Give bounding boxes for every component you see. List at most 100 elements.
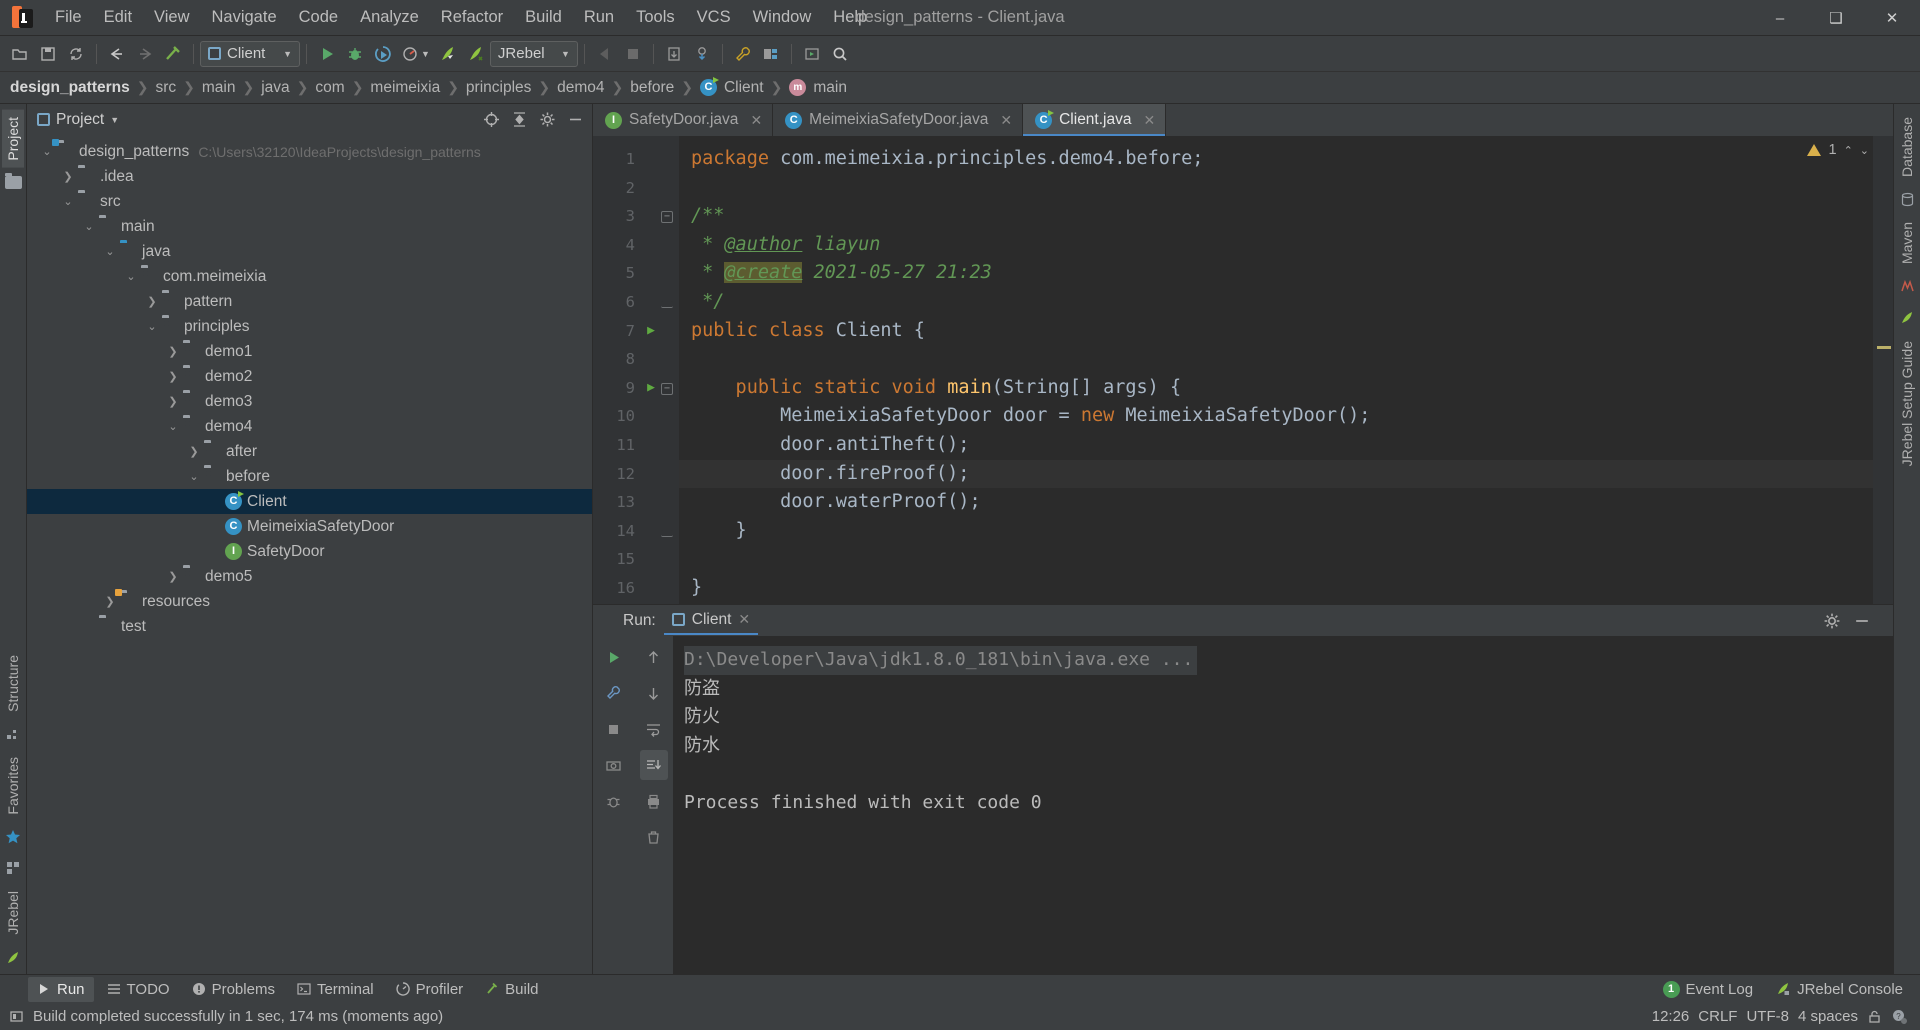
status-lock-icon[interactable] [1867,1009,1882,1024]
chevron-down-icon[interactable]: ⌄ [184,470,204,483]
chevron-down-icon[interactable]: ⌄ [100,245,120,258]
code-line[interactable]: } [691,517,1873,546]
commit-icon[interactable] [688,40,716,68]
tree-item-main[interactable]: ⌄ main [27,214,592,239]
tree-item-design-patterns[interactable]: ⌄ design_patterns C:\Users\32120\IdeaProje… [27,139,592,164]
chevron-up-icon[interactable]: ⌃ [1844,144,1853,157]
sidebar-tab-database[interactable]: Database [1896,110,1918,184]
menu-item-edit[interactable]: Edit [93,0,143,35]
profile-dropdown-icon[interactable]: ▼ [421,49,430,59]
chevron-right-icon[interactable]: ❯ [100,595,120,608]
run-coverage-button[interactable] [369,40,397,68]
gutter-line[interactable]: 17 [593,603,679,605]
save-all-icon[interactable] [34,40,62,68]
menu-item-code[interactable]: Code [288,0,349,35]
breadcrumb-item-project[interactable]: design_patterns [8,79,132,97]
stop-button[interactable] [600,714,628,744]
settings-gear-icon[interactable] [536,109,558,131]
scroll-down-icon[interactable] [640,678,668,708]
run-configuration-selector[interactable]: Client ▼ [200,40,300,67]
tool-window-terminal[interactable]: Terminal [288,977,383,1002]
tree-item-demo1[interactable]: ❯ demo1 [27,339,592,364]
tree-item-demo3[interactable]: ❯ demo3 [27,389,592,414]
tree-item-src[interactable]: ⌄ src [27,189,592,214]
code-line[interactable]: door.fireProof(); [679,459,1873,489]
menu-item-refactor[interactable]: Refactor [430,0,514,35]
run-settings-gear-icon[interactable] [1821,610,1843,632]
sync-icon[interactable] [62,40,90,68]
chevron-right-icon[interactable]: ❯ [58,170,78,183]
warning-stripe-mark[interactable] [1877,346,1891,349]
sidebar-tab-jrebel[interactable]: JRebel [2,884,24,942]
tree-item-principles[interactable]: ⌄ principles [27,314,592,339]
breadcrumb-item-client[interactable]: Client [722,79,766,97]
print-icon[interactable] [640,786,668,816]
chevron-down-icon[interactable]: ⌄ [142,320,162,333]
error-stripe-marker-bar[interactable] [1873,136,1893,604]
tool-window-todo[interactable]: TODO [98,977,179,1002]
tree-item-demo2[interactable]: ❯ demo2 [27,364,592,389]
sidebar-tab-favorites[interactable]: Favorites [2,750,24,822]
step-back-icon[interactable] [591,40,619,68]
gutter-line[interactable]: 8 [593,345,679,374]
jrebel-run-icon[interactable] [434,40,462,68]
minimize-button[interactable]: – [1752,0,1808,36]
chevron-right-icon[interactable]: ❯ [163,570,183,583]
menu-item-vcs[interactable]: VCS [686,0,742,35]
forward-arrow-icon[interactable] [131,40,159,68]
editor-tab-meimeixiasafetydoor[interactable]: C MeimeixiaSafetyDoor.java ✕ [773,104,1024,136]
close-tab-icon[interactable]: ✕ [750,112,762,129]
breadcrumb-item-meimeixia[interactable]: meimeixia [368,79,442,97]
tree-item-demo5[interactable]: ❯ demo5 [27,564,592,589]
tree-item-test[interactable]: test [27,614,592,639]
jrebel-config-selector[interactable]: JRebel ▼ [489,40,578,67]
tree-item-client[interactable]: C Client [27,489,592,514]
tree-item-resources[interactable]: ❯ resources [27,589,592,614]
breadcrumb-item-main[interactable]: main [200,79,238,97]
gutter-line[interactable]: 5 [593,259,679,288]
close-run-tab-icon[interactable]: ✕ [738,611,750,628]
chevron-right-icon[interactable]: ❯ [163,345,183,358]
menu-item-tools[interactable]: Tools [625,0,686,35]
menu-item-analyze[interactable]: Analyze [349,0,430,35]
debug-bug-icon[interactable] [600,786,628,816]
tree-item-after[interactable]: ❯ after [27,439,592,464]
collapse-all-icon[interactable] [508,109,530,131]
run-button[interactable] [313,40,341,68]
tree-item-before[interactable]: ⌄ before [27,464,592,489]
chevron-down-icon[interactable]: ⌄ [163,420,183,433]
run-gutter-icon[interactable]: ▶ [647,317,655,346]
tree-item-pattern[interactable]: ❯ pattern [27,289,592,314]
soft-wrap-icon[interactable] [640,714,668,744]
back-arrow-icon[interactable] [103,40,131,68]
tool-window-profiler[interactable]: Profiler [387,977,473,1002]
status-caret-position[interactable]: 12:26 [1652,1008,1690,1025]
update-project-icon[interactable] [660,40,688,68]
close-tab-icon[interactable]: ✕ [1143,112,1155,129]
delete-trash-icon[interactable] [640,822,668,852]
chevron-right-icon[interactable]: ❯ [163,370,183,383]
hide-run-panel-icon[interactable] [1851,610,1873,632]
tool-window-problems[interactable]: Problems [183,977,284,1002]
breadcrumb-item-principles[interactable]: principles [464,79,533,97]
search-icon[interactable] [826,40,854,68]
tool-window-build[interactable]: Build [476,977,547,1002]
gutter-line[interactable]: 7 ▶ [593,317,679,346]
fold-end-icon[interactable] [661,529,673,537]
settings-wrench-icon[interactable] [729,40,757,68]
close-tab-icon[interactable]: ✕ [1000,112,1012,129]
run-gutter-icon[interactable]: ▶ [647,374,655,403]
run-anything-icon[interactable] [798,40,826,68]
breadcrumb-item-com[interactable]: com [313,79,346,97]
gutter-line[interactable]: 14 [593,517,679,546]
menu-item-window[interactable]: Window [742,0,823,35]
sidebar-tab-project[interactable]: Project [2,110,24,168]
chevron-down-icon[interactable]: ▼ [110,115,119,125]
tree-item-meimeixiasafetydoor[interactable]: C MeimeixiaSafetyDoor [27,514,592,539]
tree-item-demo4[interactable]: ⌄ demo4 [27,414,592,439]
editor-gutter[interactable]: 123−4567▶89▶−1011121314151617 [593,136,679,604]
sidebar-tab-jrebel-setup-guide[interactable]: JRebel Setup Guide [1896,334,1918,473]
run-console-output[interactable]: D:\Developer\Java\jdk1.8.0_181\bin\java.… [674,636,1893,974]
menu-item-file[interactable]: File [44,0,93,35]
rerun-button[interactable] [600,642,628,672]
